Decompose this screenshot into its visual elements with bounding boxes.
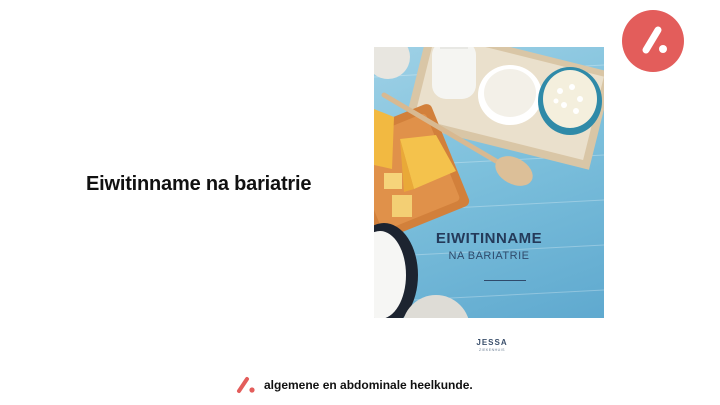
dairy-food-photo [374,47,604,318]
brochure-cover-image: EIWITINNAME NA BARIATRIE [374,47,604,318]
footer: algemene en abdominale heelkunde. [236,375,473,395]
slide-title: Eiwitinname na bariatrie [86,173,312,195]
cover-divider [484,280,526,281]
cover-subtitle: NA BARIATRIE [448,250,530,262]
jessa-logo-tagline: ZIEKENHUIS [478,348,505,352]
jessa-logo: JESSA [476,338,508,347]
cover-title: EIWITINNAME [435,230,543,247]
corner-logo-icon [622,10,684,72]
footer-text: algemene en abdominale heelkunde. [264,378,473,392]
footer-logo-icon [237,377,255,393]
